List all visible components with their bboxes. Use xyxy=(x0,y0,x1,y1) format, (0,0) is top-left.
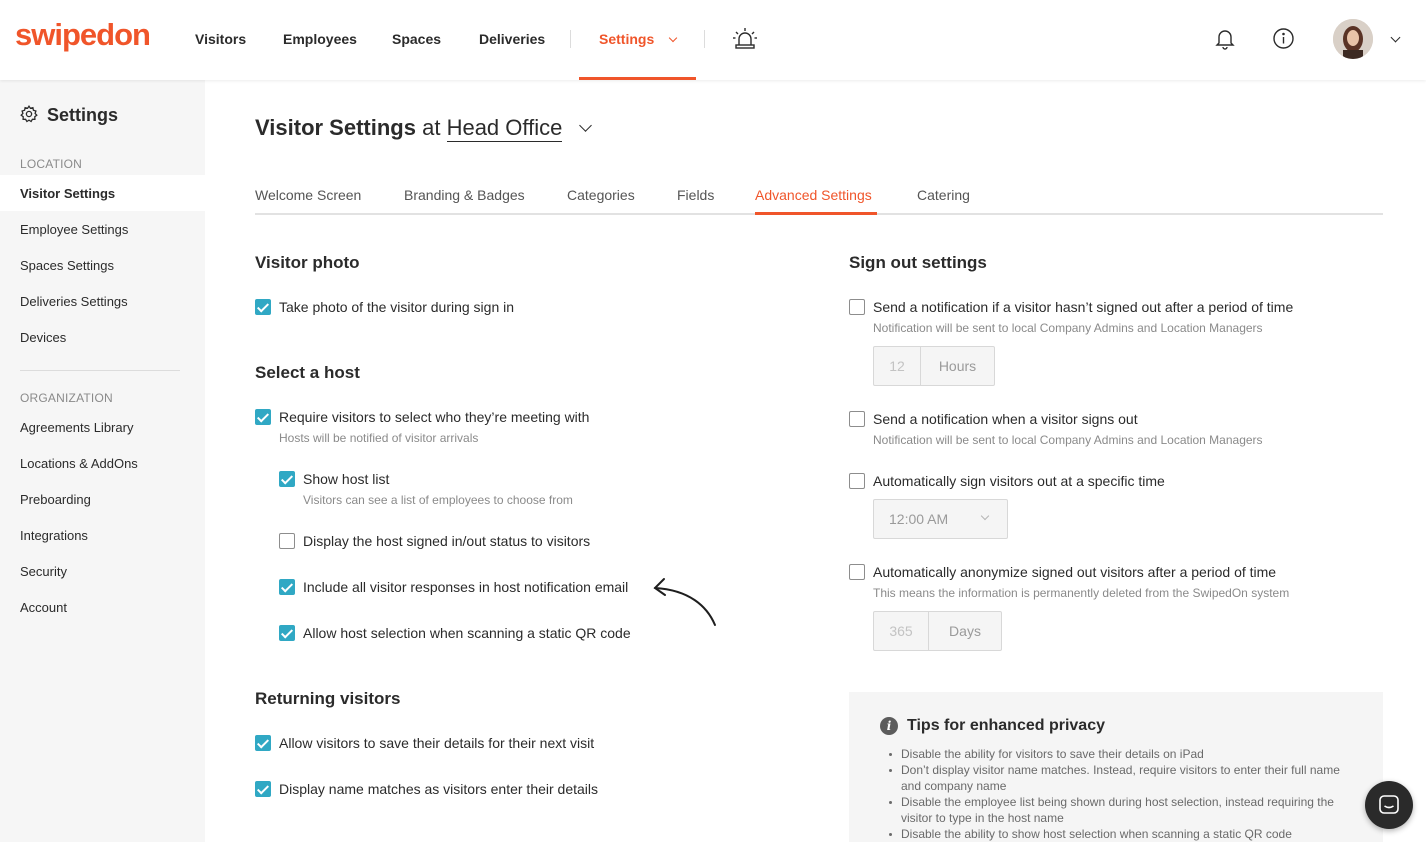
anonymize-value[interactable]: 365 xyxy=(874,612,929,650)
section-title-returning-visitors: Returning visitors xyxy=(255,689,401,708)
nav-employees[interactable]: Employees xyxy=(283,31,357,47)
auto-signout-time-select[interactable]: 12:00 AM xyxy=(873,499,1008,539)
sidebar-item-visitor-settings[interactable]: Visitor Settings xyxy=(20,186,115,201)
page-title-text: Visitor Settings xyxy=(255,115,416,140)
auto-signout-label: Automatically sign visitors out at a spe… xyxy=(873,473,1165,489)
sidebar-heading-organization: ORGANIZATION xyxy=(20,391,113,405)
require-host-label: Require visitors to select who they’re m… xyxy=(279,409,590,425)
notify-period-unit: Hours xyxy=(938,358,977,374)
sidebar-item-employee-settings[interactable]: Employee Settings xyxy=(20,222,128,237)
nav-visitors[interactable]: Visitors xyxy=(195,31,246,47)
sidebar-item-devices[interactable]: Devices xyxy=(20,330,66,345)
tab-advanced-settings[interactable]: Advanced Settings xyxy=(755,187,872,203)
include-responses-label: Include all visitor responses in host no… xyxy=(303,579,629,595)
chat-button[interactable] xyxy=(1365,781,1413,829)
name-matches-checkbox[interactable] xyxy=(255,781,271,797)
sidebar-divider xyxy=(20,370,180,371)
sidebar-item-preboarding[interactable]: Preboarding xyxy=(20,492,91,507)
top-navbar: swipedon Visitors Employees Spaces Deliv… xyxy=(0,0,1426,80)
anonymize-hint: This means the information is permanentl… xyxy=(873,586,1290,600)
tab-categories[interactable]: Categories xyxy=(567,187,635,203)
notify-period-hint: Notification will be sent to local Compa… xyxy=(873,321,1263,335)
sidebar-item-security[interactable]: Security xyxy=(20,564,67,579)
show-host-list-checkbox[interactable] xyxy=(279,471,295,487)
nav-divider xyxy=(704,30,705,48)
nav-divider xyxy=(570,30,571,48)
section-title-sign-out: Sign out settings xyxy=(849,253,987,272)
tab-branding-badges[interactable]: Branding & Badges xyxy=(404,187,525,203)
swipedon-logo[interactable]: swipedon xyxy=(15,17,151,53)
tab-fields[interactable]: Fields xyxy=(677,187,714,203)
nav-settings[interactable]: Settings xyxy=(599,31,678,47)
allow-qr-label: Allow host selection when scanning a sta… xyxy=(303,625,631,641)
auto-signout-time-value: 12:00 AM xyxy=(889,511,949,527)
info-icon[interactable] xyxy=(1273,28,1294,54)
chevron-down-icon[interactable] xyxy=(1390,32,1401,43)
list-item: Disable the ability to show host selecti… xyxy=(889,826,1351,842)
tab-active-indicator xyxy=(755,212,877,215)
privacy-tips-panel: i Tips for enhanced privacy Disable the … xyxy=(849,692,1383,842)
notify-period-value[interactable]: 12 xyxy=(874,347,921,385)
auto-signout-checkbox[interactable] xyxy=(849,473,865,489)
section-title-select-host: Select a host xyxy=(255,363,360,382)
list-item: Don’t display visitor name matches. Inst… xyxy=(889,762,1351,794)
sidebar-item-account[interactable]: Account xyxy=(20,600,67,615)
tab-catering[interactable]: Catering xyxy=(917,187,970,203)
take-photo-label: Take photo of the visitor during sign in xyxy=(279,299,515,315)
page-title-at: at xyxy=(422,115,441,140)
show-host-list-label: Show host list xyxy=(303,471,390,487)
display-host-status-label: Display the host signed in/out status to… xyxy=(303,533,591,549)
nav-active-indicator xyxy=(579,77,696,80)
anonymize-checkbox[interactable] xyxy=(849,564,865,580)
sidebar-item-integrations[interactable]: Integrations xyxy=(20,528,88,543)
anonymize-input[interactable]: 365 Days xyxy=(873,611,1002,651)
save-details-label: Allow visitors to save their details for… xyxy=(279,735,595,751)
section-title-visitor-photo: Visitor photo xyxy=(255,253,360,272)
sidebar-item-locations-addons[interactable]: Locations & AddOns xyxy=(20,456,138,471)
avatar[interactable] xyxy=(1333,19,1373,59)
take-photo-checkbox[interactable] xyxy=(255,299,271,315)
show-host-list-hint: Visitors can see a list of employees to … xyxy=(303,493,573,507)
sidebar-heading-location: LOCATION xyxy=(20,157,83,171)
notify-period-checkbox[interactable] xyxy=(849,299,865,315)
page-title: Visitor Settings at Head Office xyxy=(255,115,563,142)
settings-sidebar: Settings LOCATION Visitor Settings Emplo… xyxy=(0,80,205,842)
nav-deliveries[interactable]: Deliveries xyxy=(479,31,545,47)
sidebar-item-spaces-settings[interactable]: Spaces Settings xyxy=(20,258,114,273)
include-responses-checkbox[interactable] xyxy=(279,579,295,595)
notify-signout-hint: Notification will be sent to local Compa… xyxy=(873,433,1263,447)
notify-period-label: Send a notification if a visitor hasn’t … xyxy=(873,299,1294,315)
notify-signout-label: Send a notification when a visitor signs… xyxy=(873,411,1138,427)
nav-spaces[interactable]: Spaces xyxy=(392,31,441,47)
chevron-down-icon xyxy=(668,33,678,43)
arrow-annotation-icon xyxy=(651,574,721,635)
sidebar-title: Settings xyxy=(47,105,119,125)
privacy-tips-title: Tips for enhanced privacy xyxy=(907,717,1105,734)
sidebar-item-deliveries-settings[interactable]: Deliveries Settings xyxy=(20,294,128,309)
bell-icon[interactable] xyxy=(1215,28,1235,55)
notify-period-input[interactable]: 12 Hours xyxy=(873,346,995,386)
notify-signout-checkbox[interactable] xyxy=(849,411,865,427)
privacy-tips-list: Disable the ability for visitors to save… xyxy=(889,746,1351,842)
name-matches-label: Display name matches as visitors enter t… xyxy=(279,781,599,797)
sidebar-item-agreements-library[interactable]: Agreements Library xyxy=(20,420,133,435)
tab-welcome-screen[interactable]: Welcome Screen xyxy=(255,187,361,203)
info-icon: i xyxy=(880,717,898,735)
require-host-hint: Hosts will be notified of visitor arriva… xyxy=(279,431,479,445)
alarm-icon[interactable] xyxy=(732,27,758,56)
location-selector[interactable]: Head Office xyxy=(446,115,563,142)
chevron-down-icon xyxy=(980,511,990,521)
allow-qr-checkbox[interactable] xyxy=(279,625,295,641)
chevron-down-icon[interactable] xyxy=(579,119,592,132)
list-item: Disable the employee list being shown du… xyxy=(889,794,1351,826)
require-host-checkbox[interactable] xyxy=(255,409,271,425)
display-host-status-checkbox[interactable] xyxy=(279,533,295,549)
save-details-checkbox[interactable] xyxy=(255,735,271,751)
gear-icon xyxy=(20,105,38,128)
anonymize-label: Automatically anonymize signed out visit… xyxy=(873,564,1277,580)
nav-settings-label: Settings xyxy=(599,31,655,47)
list-item: Disable the ability for visitors to save… xyxy=(889,746,1351,762)
anonymize-unit: Days xyxy=(949,623,981,639)
